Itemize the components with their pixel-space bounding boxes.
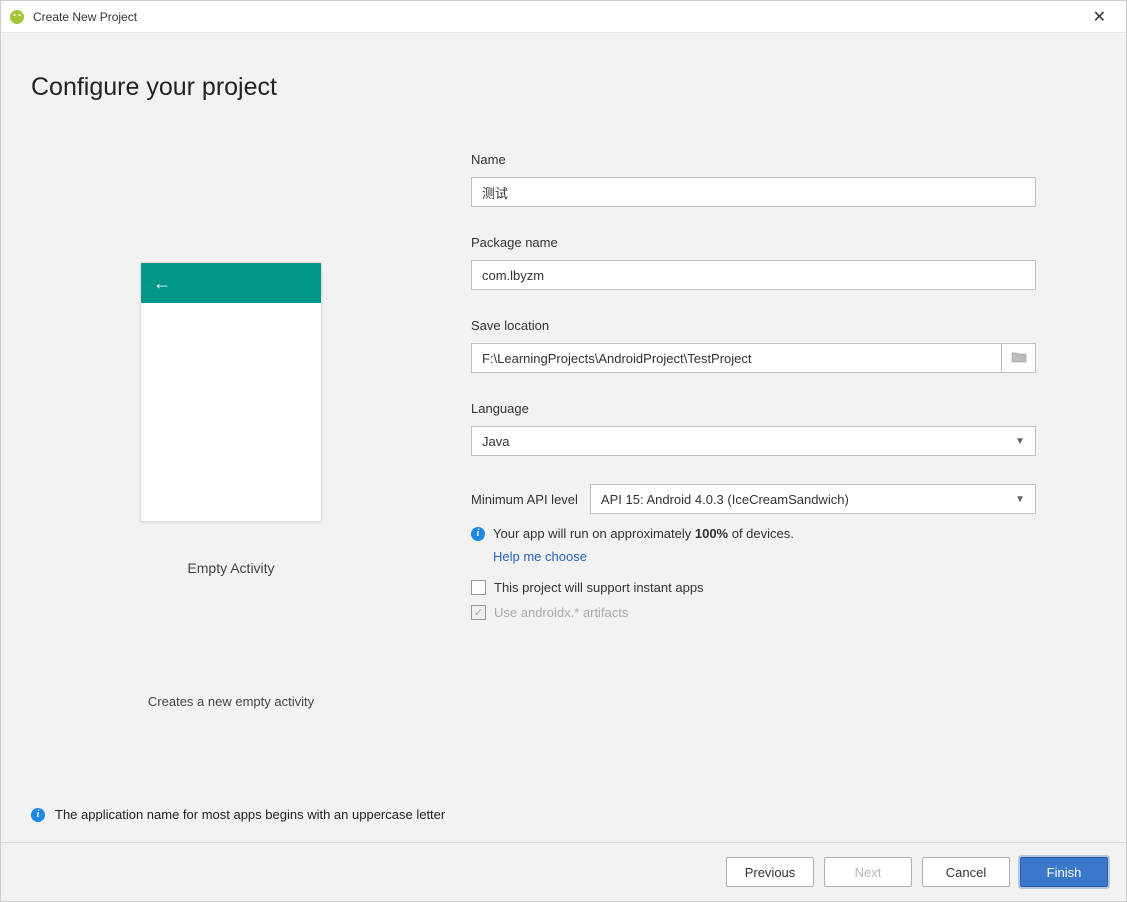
name-label: Name bbox=[471, 152, 1036, 167]
location-input[interactable] bbox=[471, 343, 1002, 373]
close-button[interactable]: ✕ bbox=[1081, 3, 1118, 31]
next-button: Next bbox=[824, 857, 912, 887]
form-column: Name Package name Save location bbox=[471, 152, 1096, 807]
info-icon: i bbox=[471, 527, 485, 541]
cancel-button[interactable]: Cancel bbox=[922, 857, 1010, 887]
instant-apps-checkbox[interactable] bbox=[471, 580, 486, 595]
instant-apps-row: This project will support instant apps bbox=[471, 580, 1036, 595]
api-label: Minimum API level bbox=[471, 492, 578, 507]
language-value: Java bbox=[482, 434, 509, 449]
language-group: Language Java ▼ bbox=[471, 401, 1036, 456]
main-area: ← Empty Activity Creates a new empty act… bbox=[31, 152, 1096, 807]
footer-warning: The application name for most apps begin… bbox=[55, 807, 445, 822]
language-label: Language bbox=[471, 401, 1036, 416]
template-name: Empty Activity bbox=[187, 560, 274, 576]
preview-app-bar: ← bbox=[141, 263, 321, 303]
location-input-row bbox=[471, 343, 1036, 373]
content-area: Configure your project ← Empty Activity … bbox=[1, 33, 1126, 807]
location-group: Save location bbox=[471, 318, 1036, 373]
window-title: Create New Project bbox=[33, 10, 1081, 24]
instant-apps-label: This project will support instant apps bbox=[494, 580, 704, 595]
package-group: Package name bbox=[471, 235, 1036, 290]
androidx-checkbox bbox=[471, 605, 486, 620]
androidx-row: Use androidx.* artifacts bbox=[471, 605, 1036, 620]
help-me-choose-link[interactable]: Help me choose bbox=[493, 549, 587, 564]
package-input[interactable] bbox=[471, 260, 1036, 290]
finish-button[interactable]: Finish bbox=[1020, 857, 1108, 887]
android-studio-icon bbox=[9, 9, 25, 25]
coverage-info: i Your app will run on approximately 100… bbox=[471, 526, 1036, 541]
button-bar: Previous Next Cancel Finish bbox=[1, 842, 1126, 901]
coverage-text: Your app will run on approximately 100% … bbox=[493, 526, 794, 541]
wizard-window: Create New Project ✕ Configure your proj… bbox=[0, 0, 1127, 902]
template-preview: ← bbox=[140, 262, 322, 522]
template-description: Creates a new empty activity bbox=[148, 694, 314, 709]
page-heading: Configure your project bbox=[31, 73, 1096, 102]
package-label: Package name bbox=[471, 235, 1036, 250]
back-arrow-icon: ← bbox=[153, 273, 171, 294]
chevron-down-icon: ▼ bbox=[1015, 494, 1025, 505]
info-icon: i bbox=[31, 808, 45, 822]
api-row: Minimum API level API 15: Android 4.0.3 … bbox=[471, 484, 1036, 514]
androidx-label: Use androidx.* artifacts bbox=[494, 605, 628, 620]
name-input[interactable] bbox=[471, 177, 1036, 207]
footer-info: i The application name for most apps beg… bbox=[1, 807, 1126, 842]
name-group: Name bbox=[471, 152, 1036, 207]
api-select[interactable]: API 15: Android 4.0.3 (IceCreamSandwich)… bbox=[590, 484, 1036, 514]
browse-button[interactable] bbox=[1002, 343, 1036, 373]
location-label: Save location bbox=[471, 318, 1036, 333]
titlebar: Create New Project ✕ bbox=[1, 1, 1126, 33]
chevron-down-icon: ▼ bbox=[1015, 436, 1025, 447]
preview-column: ← Empty Activity Creates a new empty act… bbox=[31, 152, 431, 807]
previous-button[interactable]: Previous bbox=[726, 857, 814, 887]
language-select[interactable]: Java ▼ bbox=[471, 426, 1036, 456]
folder-icon bbox=[1011, 351, 1027, 366]
api-value: API 15: Android 4.0.3 (IceCreamSandwich) bbox=[601, 492, 849, 507]
